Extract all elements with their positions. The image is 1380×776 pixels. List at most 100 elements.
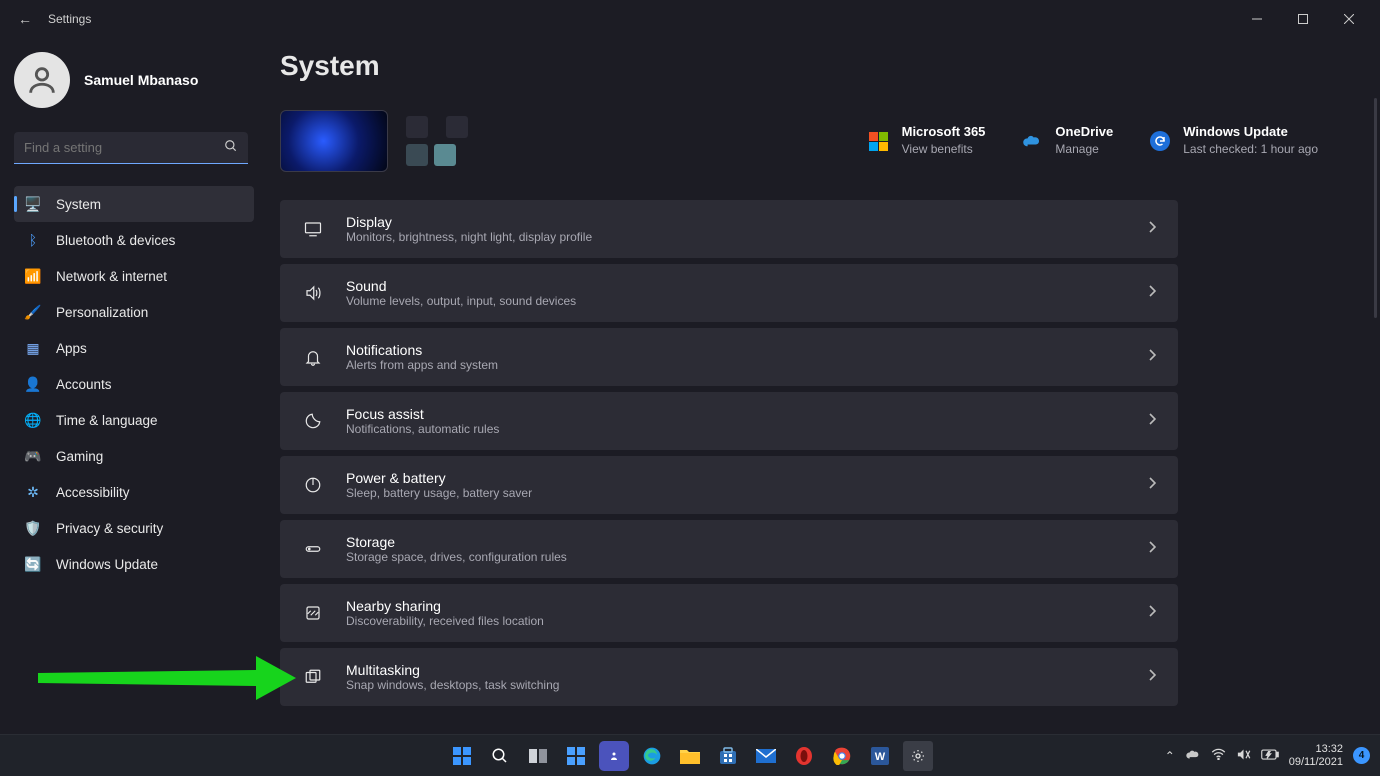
nav-item-gaming[interactable]: 🎮 Gaming: [14, 438, 254, 474]
nav-item-personalization[interactable]: 🖌️ Personalization: [14, 294, 254, 330]
widgets-icon[interactable]: [561, 741, 591, 771]
tray-clock[interactable]: 13:32 09/11/2021: [1289, 743, 1343, 767]
maximize-button[interactable]: [1280, 4, 1326, 34]
nav-item-accessibility[interactable]: ✲ Accessibility: [14, 474, 254, 510]
card-power[interactable]: Power & battery Sleep, battery usage, ba…: [280, 456, 1178, 514]
display-icon: [302, 220, 324, 238]
swatch: [406, 116, 428, 138]
swatch: [406, 144, 428, 166]
notification-badge[interactable]: 4: [1353, 747, 1370, 764]
chevron-right-icon: [1148, 220, 1156, 238]
nav-label: Accounts: [56, 377, 112, 392]
search-box[interactable]: [14, 132, 248, 164]
content: System Microsoft 3: [264, 38, 1380, 734]
nav-item-accounts[interactable]: 👤 Accounts: [14, 366, 254, 402]
update-icon: [1149, 130, 1171, 152]
card-title: Storage: [346, 534, 1126, 550]
card-subtitle: Snap windows, desktops, task switching: [346, 678, 1126, 692]
notifications-icon: [302, 348, 324, 366]
tray-onedrive-icon[interactable]: [1185, 749, 1201, 763]
mail-icon[interactable]: [751, 741, 781, 771]
card-notifications[interactable]: Notifications Alerts from apps and syste…: [280, 328, 1178, 386]
minimize-button[interactable]: [1234, 4, 1280, 34]
nav-item-update[interactable]: 🔄 Windows Update: [14, 546, 254, 582]
device-thumbnail[interactable]: [280, 110, 388, 172]
settings-list: Display Monitors, brightness, night ligh…: [280, 200, 1178, 706]
microsoft-icon: [868, 130, 890, 152]
chrome-icon[interactable]: [827, 741, 857, 771]
chevron-right-icon: [1148, 412, 1156, 430]
avatar: [14, 52, 70, 108]
card-nearby[interactable]: Nearby sharing Discoverability, received…: [280, 584, 1178, 642]
status-onedrive[interactable]: OneDrive Manage: [1021, 124, 1113, 158]
power-icon: [302, 476, 324, 494]
card-title: Sound: [346, 278, 1126, 294]
card-title: Focus assist: [346, 406, 1126, 422]
nav-item-network[interactable]: 📶 Network & internet: [14, 258, 254, 294]
chevron-right-icon: [1148, 476, 1156, 494]
nav-label: Bluetooth & devices: [56, 233, 175, 248]
card-subtitle: Storage space, drives, configuration rul…: [346, 550, 1126, 564]
card-display[interactable]: Display Monitors, brightness, night ligh…: [280, 200, 1178, 258]
sound-icon: [302, 284, 324, 302]
tray-battery-icon[interactable]: [1261, 749, 1279, 763]
search-input[interactable]: [24, 140, 224, 155]
nav-label: Privacy & security: [56, 521, 163, 536]
scrollbar[interactable]: [1374, 98, 1377, 318]
tray-chevron-icon[interactable]: ⌃: [1165, 749, 1175, 763]
titlebar: ← Settings: [0, 0, 1380, 38]
nav-item-privacy[interactable]: 🛡️ Privacy & security: [14, 510, 254, 546]
taskbar: W ⌃ 13:32 09/11/2021 4: [0, 734, 1380, 776]
card-focus[interactable]: Focus assist Notifications, automatic ru…: [280, 392, 1178, 450]
teams-icon[interactable]: [599, 741, 629, 771]
close-button[interactable]: [1326, 4, 1372, 34]
nav-item-system[interactable]: 🖥️ System: [14, 186, 254, 222]
nav-item-bluetooth[interactable]: ᛒ Bluetooth & devices: [14, 222, 254, 258]
card-storage[interactable]: Storage Storage space, drives, configura…: [280, 520, 1178, 578]
chevron-right-icon: [1148, 348, 1156, 366]
storage-icon: [302, 540, 324, 558]
settings-taskbar-icon[interactable]: [903, 741, 933, 771]
page-title: System: [280, 50, 1358, 82]
card-title: Display: [346, 214, 1126, 230]
time-icon: 🌐: [24, 412, 42, 429]
edge-icon[interactable]: [637, 741, 667, 771]
card-subtitle: Sleep, battery usage, battery saver: [346, 486, 1126, 500]
nav-item-apps[interactable]: ▦ Apps: [14, 330, 254, 366]
taskview-icon[interactable]: [523, 741, 553, 771]
nav-label: Network & internet: [56, 269, 167, 284]
store-icon[interactable]: [713, 741, 743, 771]
system-tray[interactable]: ⌃ 13:32 09/11/2021 4: [1165, 743, 1370, 767]
tray-date: 09/11/2021: [1289, 756, 1343, 768]
back-icon[interactable]: ←: [18, 11, 32, 27]
theme-swatches: [406, 116, 468, 138]
chevron-right-icon: [1148, 604, 1156, 622]
user-block[interactable]: Samuel Mbanaso: [14, 52, 254, 108]
card-subtitle: Alerts from apps and system: [346, 358, 1126, 372]
gaming-icon: 🎮: [24, 448, 42, 465]
personalization-icon: 🖌️: [24, 304, 42, 321]
status-title: Windows Update: [1183, 124, 1288, 139]
tray-wifi-icon[interactable]: [1211, 748, 1226, 763]
start-button[interactable]: [447, 741, 477, 771]
nav-item-time[interactable]: 🌐 Time & language: [14, 402, 254, 438]
tray-time: 13:32: [1289, 743, 1343, 755]
word-icon[interactable]: W: [865, 741, 895, 771]
card-sound[interactable]: Sound Volume levels, output, input, soun…: [280, 264, 1178, 322]
svg-text:W: W: [875, 751, 886, 763]
card-multitasking[interactable]: Multitasking Snap windows, desktops, tas…: [280, 648, 1178, 706]
explorer-icon[interactable]: [675, 741, 705, 771]
opera-icon[interactable]: [789, 741, 819, 771]
swatch: [434, 144, 456, 166]
search-icon: [224, 139, 238, 156]
status-microsoft365[interactable]: Microsoft 365 View benefits: [868, 124, 986, 158]
nearby-icon: [302, 604, 324, 622]
taskbar-search-icon[interactable]: [485, 741, 515, 771]
network-icon: 📶: [24, 268, 42, 285]
window-title: Settings: [48, 12, 91, 26]
user-name: Samuel Mbanaso: [84, 72, 198, 88]
bluetooth-icon: ᛒ: [24, 232, 42, 248]
status-windows-update[interactable]: Windows Update Last checked: 1 hour ago: [1149, 124, 1318, 158]
nav: 🖥️ Systemᛒ Bluetooth & devices📶 Network …: [14, 186, 254, 582]
tray-volume-icon[interactable]: [1236, 748, 1251, 764]
